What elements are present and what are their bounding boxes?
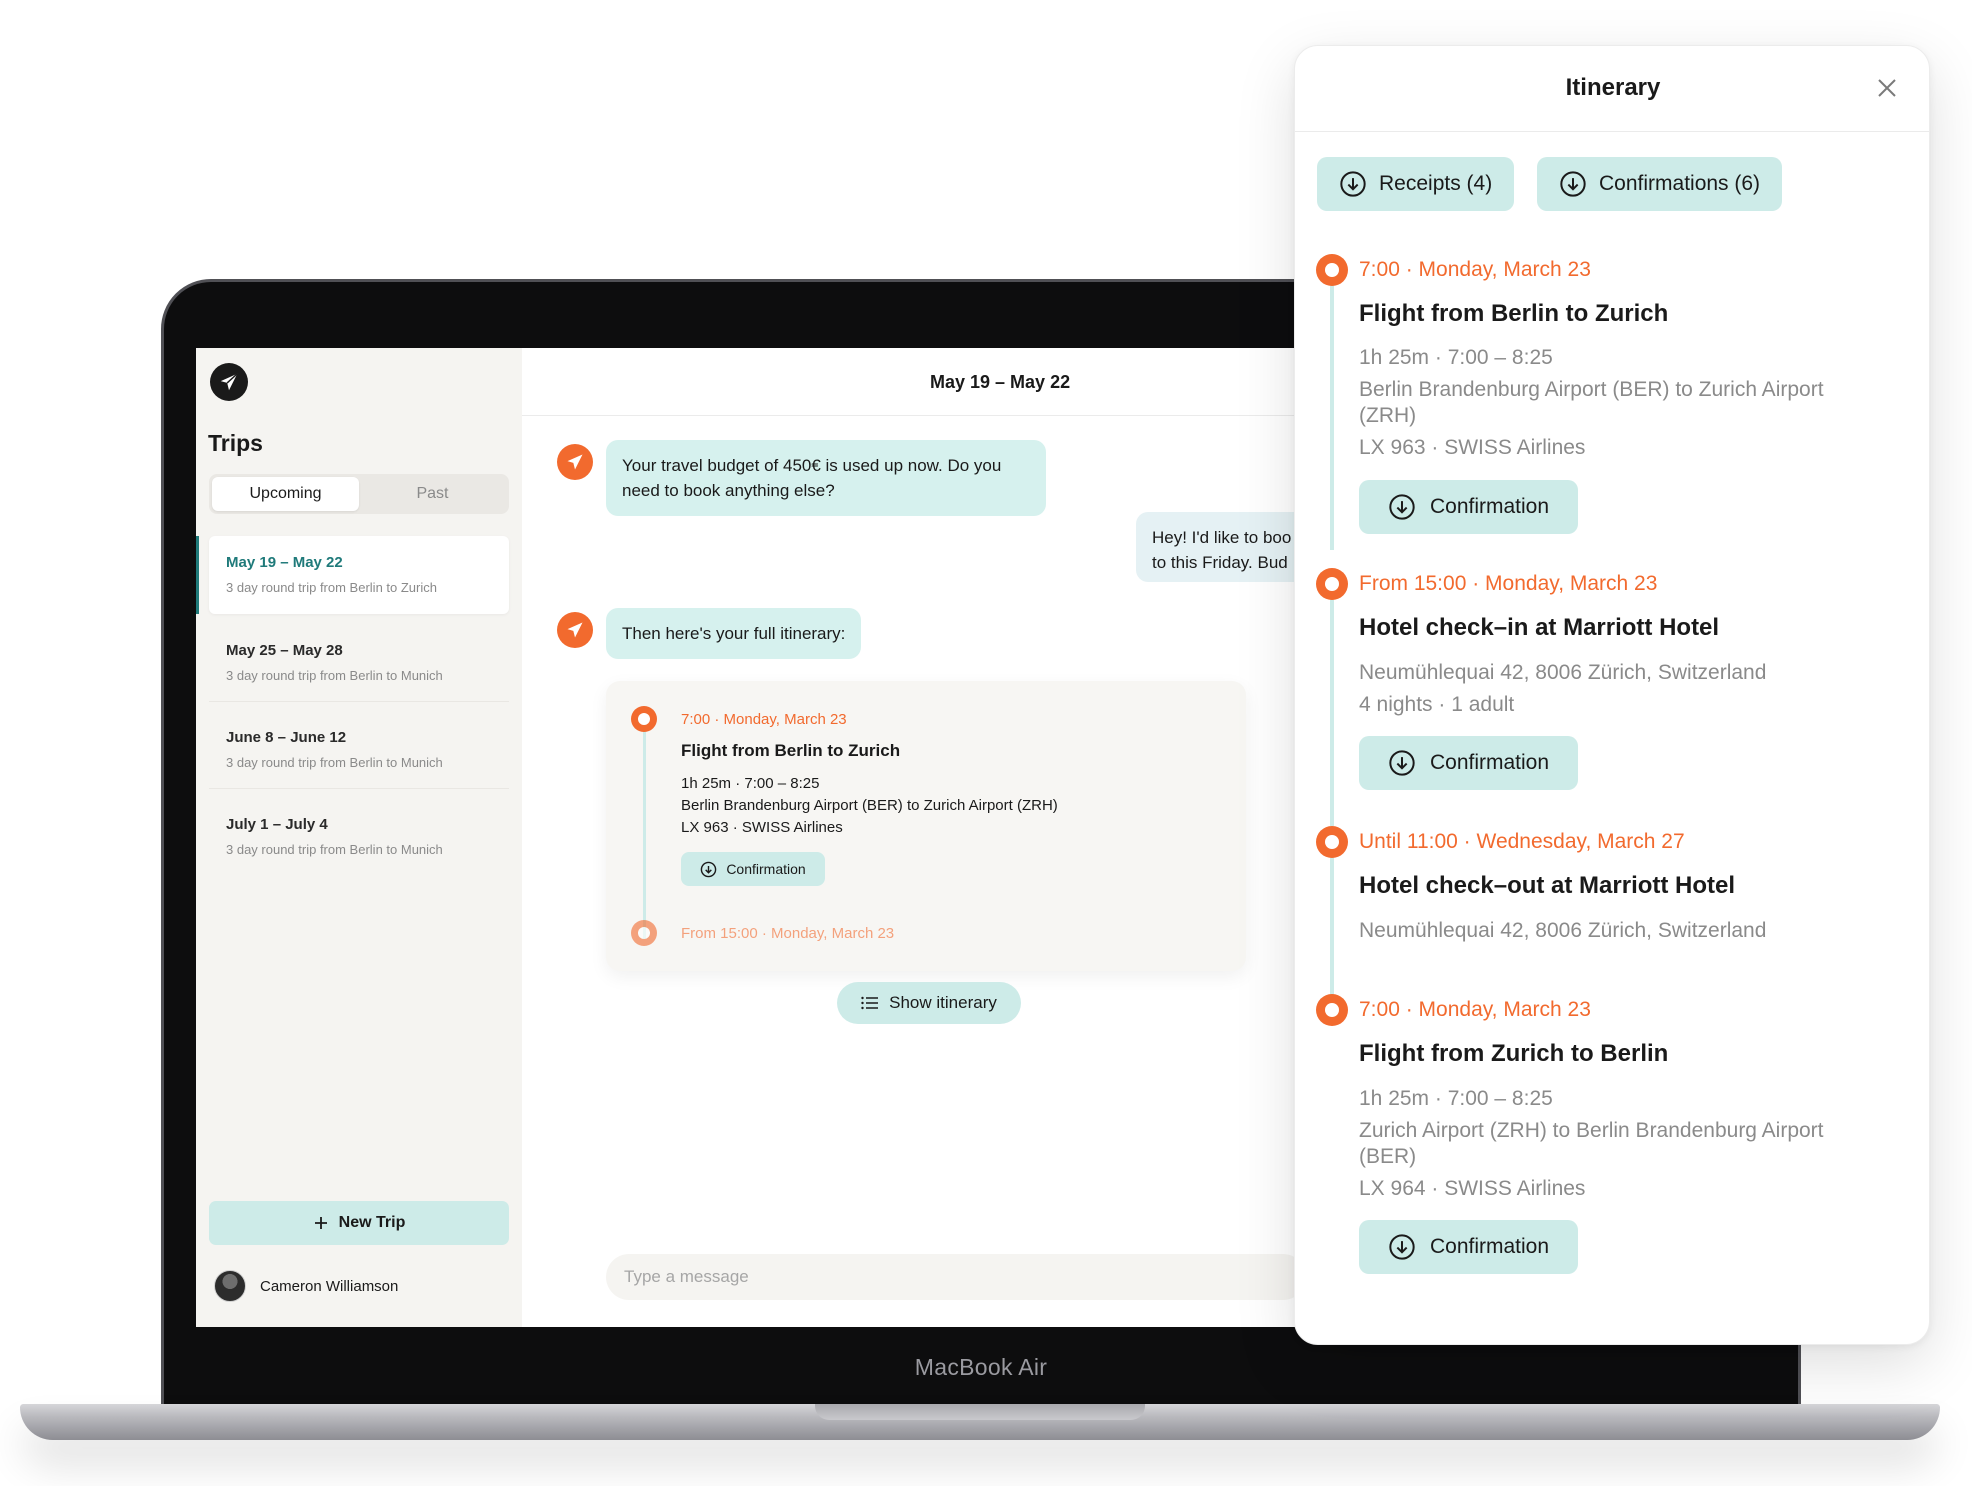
assistant-message: Your travel budget of 450€ is used up no… (606, 440, 1046, 516)
user-name: Cameron Williamson (260, 1277, 399, 1295)
event-title: Flight from Berlin to Zurich (1359, 300, 1669, 327)
tab-past[interactable]: Past (359, 477, 506, 511)
trip-dates: May 25 – May 28 (226, 642, 343, 659)
event-title: Flight from Zurich to Berlin (1359, 1040, 1669, 1067)
plus-icon (314, 1217, 327, 1229)
event-time: From 15:00 · Monday, March 23 (1359, 572, 1658, 595)
event-title: Hotel check–in at Marriott Hotel (1359, 614, 1720, 641)
assistant-avatar-icon (557, 612, 593, 648)
event-time: 7:00 · Monday, March 23 (1359, 258, 1591, 281)
confirmation-label: Confirmation (1429, 751, 1550, 774)
trip-dates: June 8 – June 12 (226, 729, 347, 746)
timeline-dot (1316, 826, 1348, 858)
trip-description: 3 day round trip from Berlin to Munich (226, 842, 443, 857)
assistant-avatar-icon (557, 444, 593, 480)
avatar (214, 1270, 246, 1302)
confirmation-button[interactable]: Confirmation (1359, 1220, 1578, 1274)
download-icon (1560, 171, 1586, 197)
itinerary-panel: Itinerary Receipts (4) Confirmations (6)… (1294, 45, 1930, 1345)
timeline-line (643, 719, 646, 939)
confirmation-label: Confirmation (726, 861, 806, 877)
sidebar: Trips Upcoming Past May 19 – May 22 3 da… (196, 348, 522, 1327)
event-address: Neumühlequai 42, 8006 Zürich, Switzerlan… (1359, 919, 1767, 942)
trips-tab-switch: Upcoming Past (209, 474, 509, 514)
confirmations-label: Confirmations (6) (1599, 172, 1761, 195)
download-icon (1389, 494, 1415, 520)
chat-title: May 19 – May 22 (930, 372, 1071, 392)
event-guests: 4 nights · 1 adult (1359, 693, 1515, 716)
event-duration: 1h 25m · 7:00 – 8:25 (1359, 346, 1553, 369)
timeline-dot (1316, 254, 1348, 286)
show-itinerary-label: Show itinerary (889, 993, 997, 1012)
confirmation-label: Confirmation (1429, 495, 1550, 518)
event-route: Berlin Brandenburg Airport (BER) to Zuri… (1359, 378, 1824, 427)
event-flight: LX 964 · SWISS Airlines (1359, 1177, 1586, 1200)
confirmation-button[interactable]: Confirmation (1359, 480, 1578, 534)
trip-item[interactable]: July 1 – July 4 3 day round trip from Be… (209, 798, 509, 876)
trip-description: 3 day round trip from Berlin to Munich (226, 668, 443, 683)
event-flight: LX 963 · SWISS Airlines (681, 819, 843, 836)
laptop-notch (815, 1404, 1145, 1420)
download-icon (1340, 171, 1366, 197)
trip-dates: May 19 – May 22 (226, 554, 343, 571)
active-trip-indicator (196, 536, 199, 614)
timeline-line (1330, 584, 1334, 826)
timeline-dot (1316, 994, 1348, 1026)
event-address: Neumühlequai 42, 8006 Zürich, Switzerlan… (1359, 661, 1767, 684)
confirmations-button[interactable]: Confirmations (6) (1537, 157, 1783, 211)
timeline-line (1330, 842, 1334, 1002)
confirmation-button[interactable]: Confirmation (681, 852, 825, 886)
message-input-placeholder: Type a message (624, 1267, 749, 1286)
download-icon (701, 861, 717, 877)
close-icon[interactable] (1875, 76, 1899, 100)
new-trip-label: New Trip (338, 1214, 406, 1231)
list-icon (861, 996, 879, 1010)
event-title: Hotel check–out at Marriott Hotel (1359, 872, 1736, 899)
event-time: 7:00 · Monday, March 23 (681, 711, 847, 728)
user-profile[interactable]: Cameron Williamson (214, 1270, 398, 1302)
assistant-message: Then here's your full itinerary: (606, 608, 862, 659)
timeline-dot (1316, 568, 1348, 600)
confirmation-button[interactable]: Confirmation (1359, 736, 1578, 790)
timeline-dot (631, 706, 657, 732)
event-duration: 1h 25m · 7:00 – 8:25 (681, 775, 820, 792)
message-input[interactable]: Type a message (606, 1254, 1306, 1300)
event-time: From 15:00 · Monday, March 23 (681, 925, 895, 942)
event-duration: 1h 25m · 7:00 – 8:25 (1359, 1087, 1553, 1110)
timeline-dot (631, 920, 657, 946)
laptop-brand-label: MacBook Air (914, 1354, 1048, 1380)
paper-plane-icon[interactable] (210, 363, 248, 401)
trip-item[interactable]: June 8 – June 12 3 day round trip from B… (209, 711, 509, 789)
download-icon (1389, 1234, 1415, 1260)
event-title: Flight from Berlin to Zurich (681, 741, 901, 760)
new-trip-button[interactable]: New Trip (209, 1201, 509, 1245)
event-route: Zurich Airport (ZRH) to Berlin Brandenbu… (1359, 1119, 1824, 1168)
timeline-line (1330, 270, 1334, 550)
trip-item[interactable]: May 19 – May 22 3 day round trip from Be… (209, 536, 509, 614)
event-time: 7:00 · Monday, March 23 (1359, 998, 1591, 1021)
itinerary-card[interactable]: 7:00 · Monday, March 23 Flight from Berl… (606, 681, 1246, 971)
confirmation-label: Confirmation (1429, 1235, 1550, 1258)
panel-title: Itinerary (1565, 74, 1661, 101)
event-route: Berlin Brandenburg Airport (BER) to Zuri… (681, 797, 1058, 814)
event-flight: LX 963 · SWISS Airlines (1359, 436, 1586, 459)
show-itinerary-button[interactable]: Show itinerary (837, 982, 1021, 1024)
trip-description: 3 day round trip from Berlin to Munich (226, 755, 443, 770)
trips-title: Trips (208, 430, 263, 456)
download-icon (1389, 750, 1415, 776)
trip-description: 3 day round trip from Berlin to Zurich (226, 580, 437, 595)
trip-dates: July 1 – July 4 (226, 816, 328, 833)
tab-upcoming[interactable]: Upcoming (212, 477, 359, 511)
receipts-button[interactable]: Receipts (4) (1317, 157, 1515, 211)
panel-header: Itinerary (1295, 46, 1929, 132)
trip-item[interactable]: May 25 – May 28 3 day round trip from Be… (209, 624, 509, 702)
receipts-label: Receipts (4) (1379, 172, 1493, 195)
event-time: Until 11:00 · Wednesday, March 27 (1359, 830, 1685, 853)
